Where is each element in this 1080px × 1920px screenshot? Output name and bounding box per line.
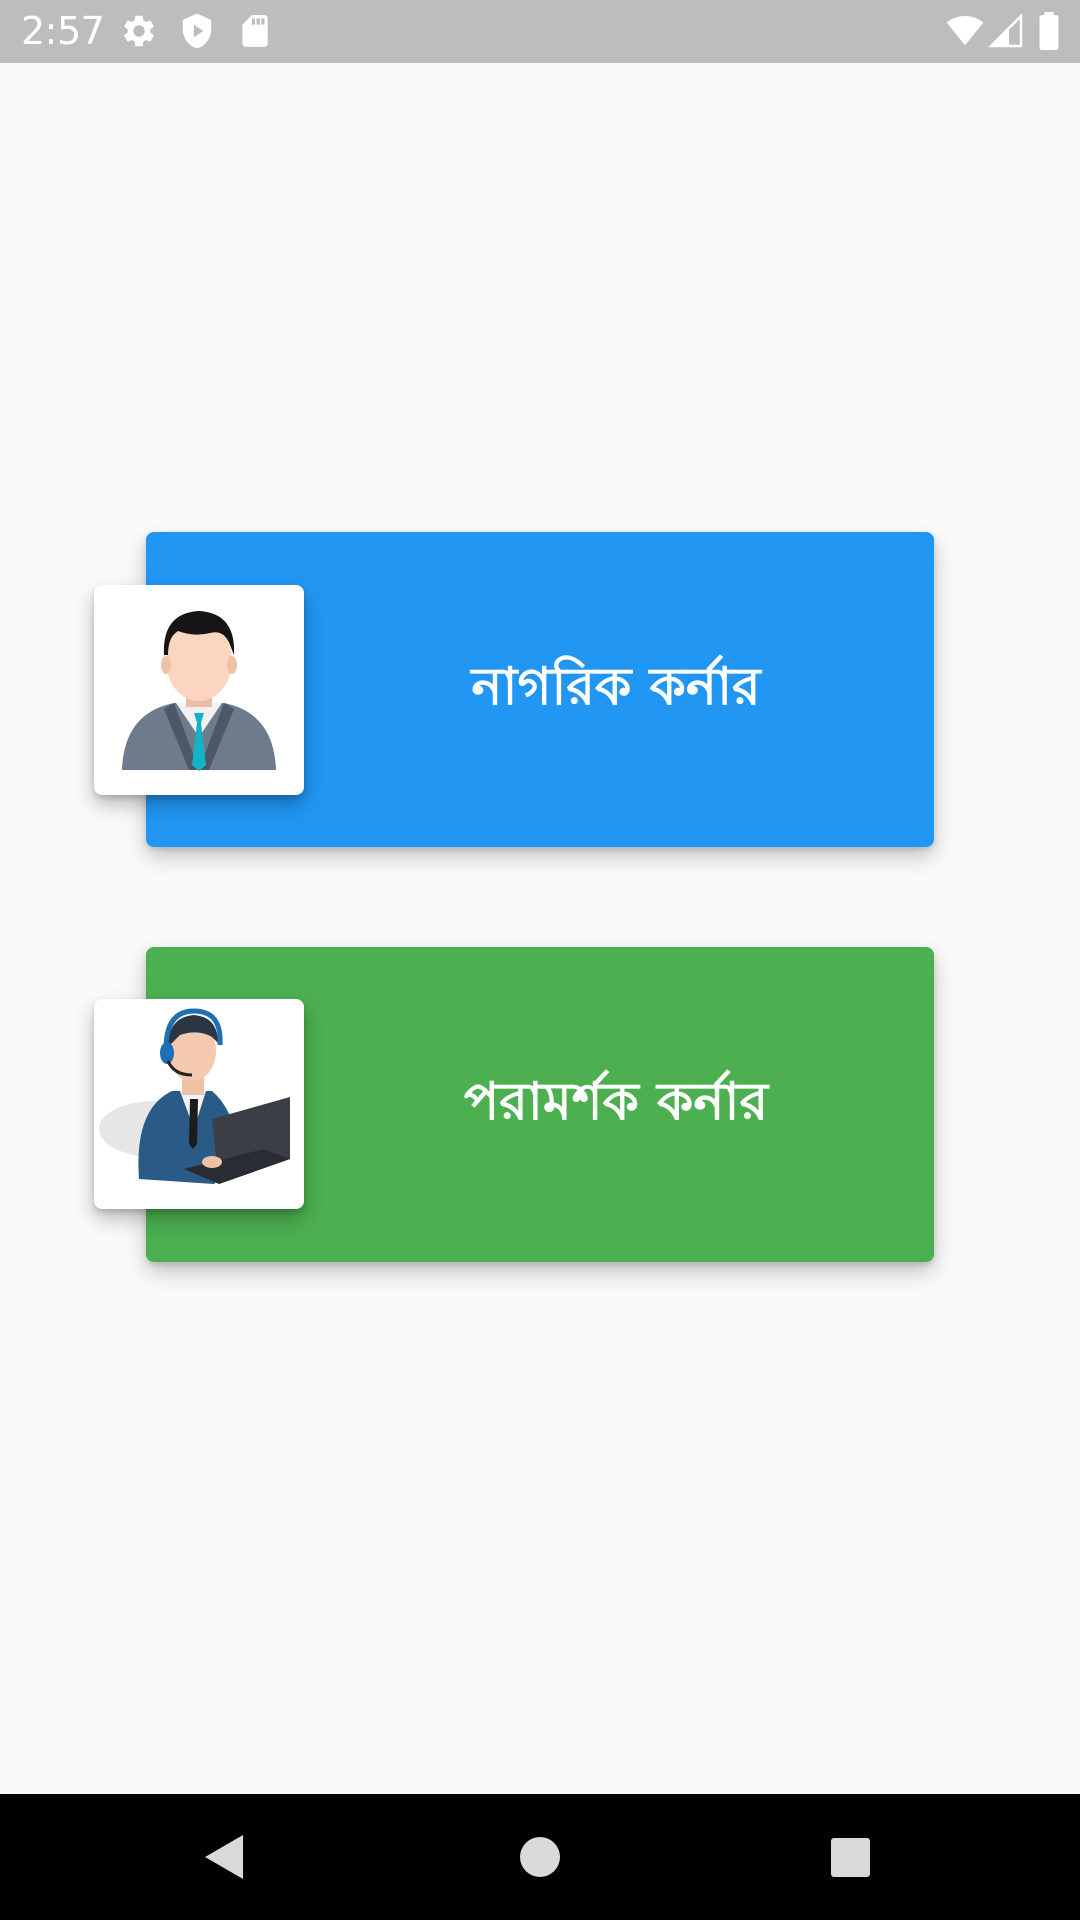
- status-time: 2:57: [21, 9, 105, 53]
- counselor-avatar[interactable]: [94, 999, 304, 1209]
- counselor-corner-label: পরামর্শক কর্নার: [463, 1072, 769, 1132]
- navigation-bar: [0, 1794, 1080, 1920]
- back-icon[interactable]: [195, 1827, 255, 1887]
- citizen-corner-label: নাগরিক কর্নার: [471, 657, 761, 717]
- battery-icon: [1036, 12, 1062, 50]
- citizen-avatar[interactable]: [94, 585, 304, 795]
- gear-icon: [120, 12, 158, 50]
- cell-signal-icon: [988, 12, 1024, 50]
- recents-icon[interactable]: [820, 1827, 880, 1887]
- home-icon[interactable]: [510, 1827, 570, 1887]
- shield-play-icon: [178, 12, 216, 50]
- status-bar: 2:57: [0, 0, 1080, 63]
- wifi-icon: [944, 12, 986, 50]
- sd-card-icon: [236, 12, 274, 50]
